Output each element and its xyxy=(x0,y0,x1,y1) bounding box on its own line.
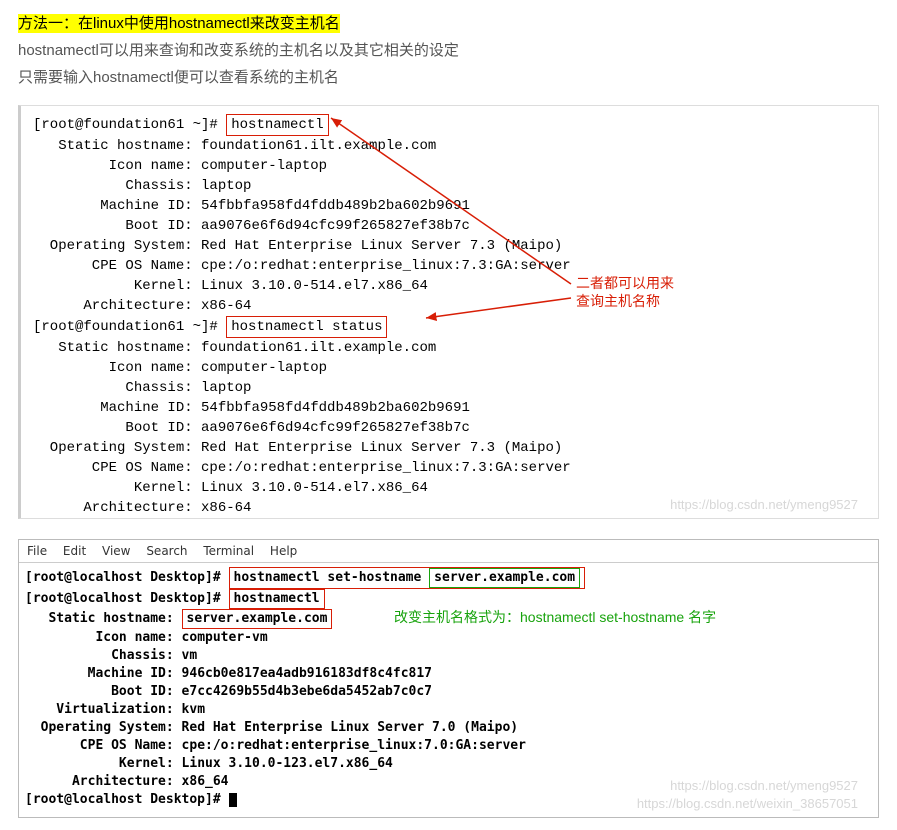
static-hostname-value: server.example.com xyxy=(182,609,333,629)
menu-terminal[interactable]: Terminal xyxy=(203,544,254,558)
cmd-hostnamectl: hostnamectl xyxy=(226,114,328,136)
cmd-set-hostname: hostnamectl set-hostname server.example.… xyxy=(229,567,586,589)
menu-search[interactable]: Search xyxy=(146,544,187,558)
annotation-red: 二者都可以用来查询主机名称 xyxy=(576,274,674,310)
watermark: https://blog.csdn.net/weixin_38657051 xyxy=(637,796,858,811)
menu-view[interactable]: View xyxy=(102,544,130,558)
cmd-hostnamectl-status: hostnamectl status xyxy=(226,316,387,338)
intro-line-2: 只需要输入hostnamectl便可以查看系统的主机名 xyxy=(18,66,879,87)
menu-edit[interactable]: Edit xyxy=(63,544,86,558)
cmd-hostnamectl-2: hostnamectl xyxy=(229,589,325,609)
terminal-block-1: 二者都可以用来查询主机名称 https://blog.csdn.net/ymen… xyxy=(18,105,879,519)
method-heading: 方法一：在linux中使用hostnamectl来改变主机名 xyxy=(18,14,340,33)
annotation-green: 改变主机名格式为：hostnamectl set-hostname 名字 xyxy=(394,608,716,626)
terminal-block-2: File Edit View Search Terminal Help 改变主机… xyxy=(18,539,879,818)
new-hostname-arg: server.example.com xyxy=(429,568,580,588)
cursor-icon xyxy=(229,793,237,807)
menu-file[interactable]: File xyxy=(27,544,47,558)
intro-line-1: hostnamectl可以用来查询和改变系统的主机名以及其它相关的设定 xyxy=(18,39,879,60)
watermark: https://blog.csdn.net/ymeng9527 xyxy=(670,497,858,512)
terminal-menubar[interactable]: File Edit View Search Terminal Help xyxy=(19,540,878,563)
terminal-output-1: [root@foundation61 ~]# hostnamectl Stati… xyxy=(33,114,866,518)
menu-help[interactable]: Help xyxy=(270,544,297,558)
watermark: https://blog.csdn.net/ymeng9527 xyxy=(670,778,858,793)
